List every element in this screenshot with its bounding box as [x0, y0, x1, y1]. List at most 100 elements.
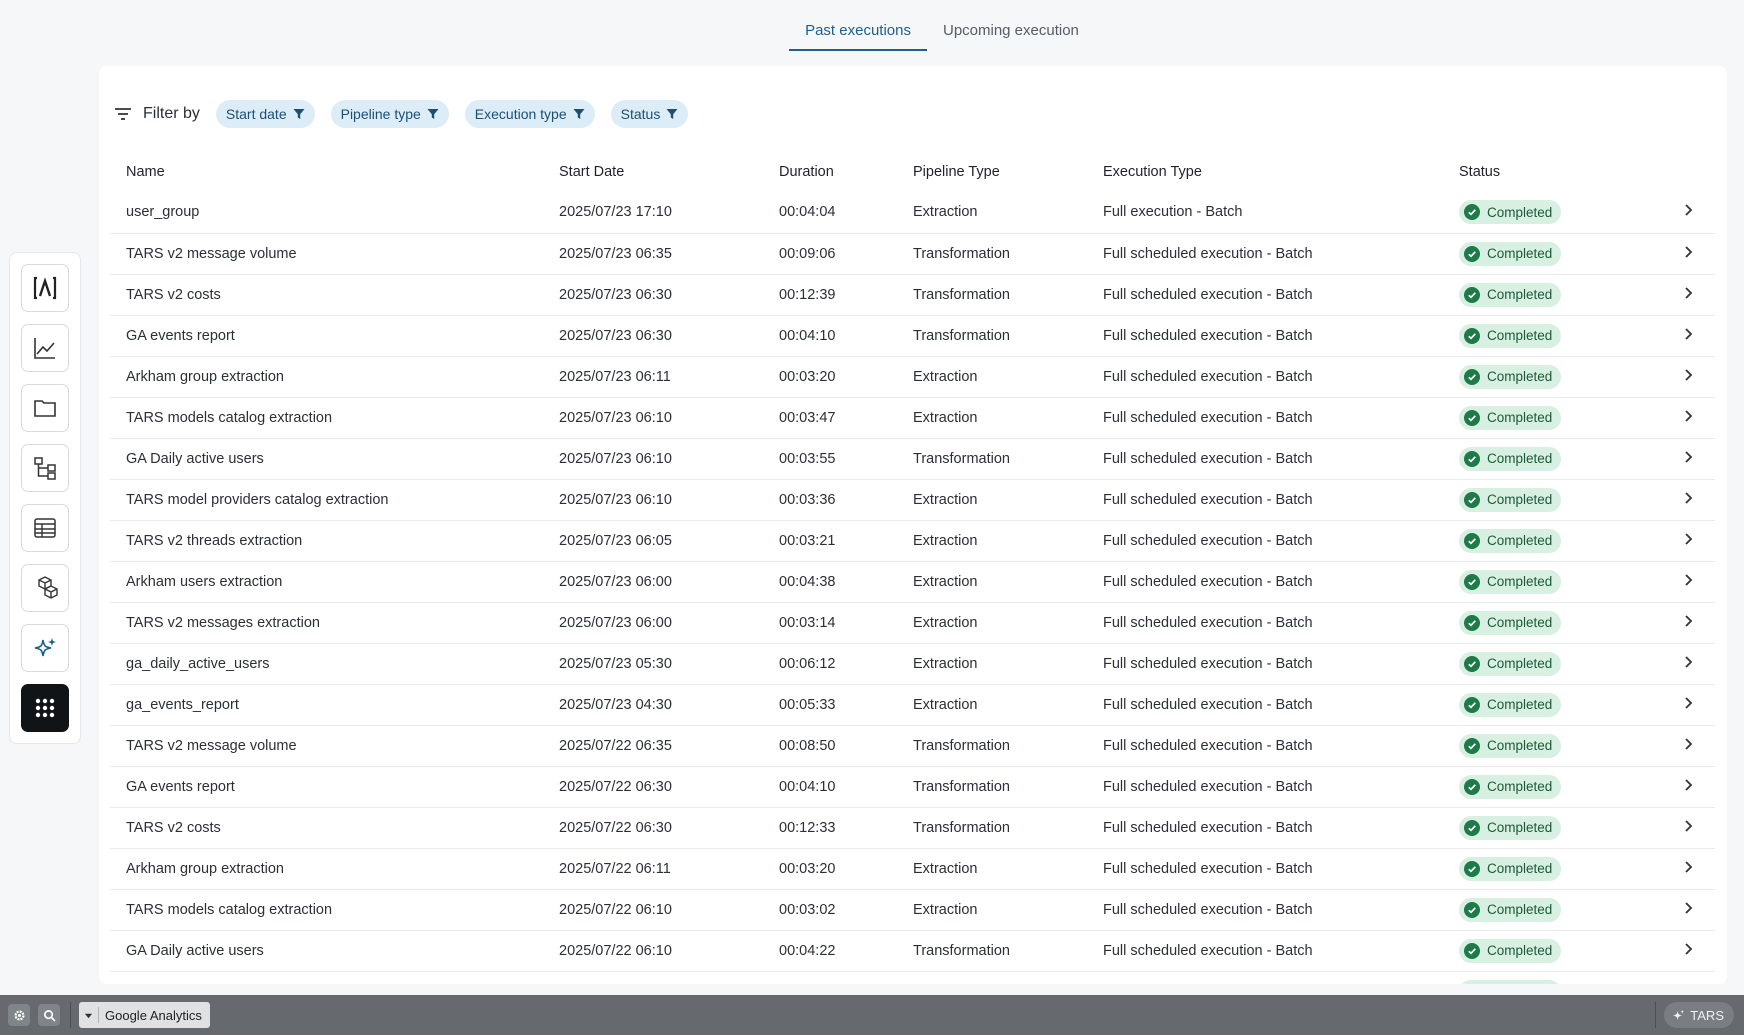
rail-button-home[interactable]	[21, 264, 69, 312]
status-badge: Completed	[1459, 282, 1562, 307]
row-open-button[interactable]	[1643, 725, 1715, 767]
cell-pipeline-type: Transformation	[897, 274, 1087, 316]
column-header-start-date[interactable]: Start Date	[543, 152, 763, 192]
rail-button-apps[interactable]	[21, 684, 69, 732]
table-row[interactable]: Arkham users extraction 2025/07/23 06:00 0…	[110, 561, 1715, 603]
status-label: Completed	[1487, 369, 1553, 384]
cell-pipeline-type: Transformation	[897, 233, 1087, 275]
cell-execution-type: Full scheduled execution - Batch	[1087, 274, 1443, 316]
chevron-right-icon	[1685, 204, 1693, 216]
row-open-button[interactable]	[1643, 684, 1715, 726]
rail-button-pipelines[interactable]	[21, 444, 69, 492]
check-circle-icon	[1464, 409, 1480, 426]
table-row[interactable]: Arkham group extraction 2025/07/23 06:11 0…	[110, 356, 1715, 398]
cell-status: Completed	[1443, 889, 1643, 931]
row-open-button[interactable]	[1643, 438, 1715, 480]
row-open-button[interactable]	[1643, 356, 1715, 398]
row-open-button[interactable]	[1643, 848, 1715, 890]
row-open-button[interactable]	[1643, 807, 1715, 849]
row-open-button[interactable]	[1643, 889, 1715, 931]
cell-execution-type: Full scheduled execution - Batch	[1087, 848, 1443, 890]
cell-duration: 00:04:38	[763, 561, 897, 603]
rail-button-files[interactable]	[21, 384, 69, 432]
cell-start-date: 2025/07/23 06:11	[543, 356, 763, 398]
cell-start-date: 2025/07/23 04:30	[543, 684, 763, 726]
table-row[interactable]: TARS v2 messages extraction 2025/07/23 06…	[110, 602, 1715, 644]
filter-chip-execution-type[interactable]: Execution type	[464, 100, 595, 128]
tars-assistant-button[interactable]: TARS	[1664, 1002, 1734, 1028]
chevron-right-icon	[1685, 286, 1693, 299]
table-header-row: Name Start Date Duration Pipeline Type E…	[110, 152, 1715, 192]
column-header-name[interactable]: Name	[110, 152, 543, 192]
chip-label: Pipeline type	[340, 106, 421, 122]
cell-execution-type: Full scheduled execution - Batch	[1087, 397, 1443, 439]
filter-chip-status[interactable]: Status	[610, 100, 689, 128]
check-circle-icon	[1464, 737, 1480, 754]
table-row[interactable]: ga_events_report 2025/07/23 04:30 00:05:33…	[110, 684, 1715, 726]
cell-start-date: 2025/07/23 06:10	[543, 438, 763, 480]
cell-name: GA events report	[110, 766, 543, 808]
check-circle-icon	[1464, 204, 1480, 221]
cell-pipeline-type: Extraction	[897, 397, 1087, 439]
row-open-button[interactable]	[1643, 971, 1715, 984]
table-row[interactable]: Arkham group extraction 2025/07/22 06:11 0…	[110, 848, 1715, 890]
table-row[interactable]: user_group 2025/07/23 17:10 00:04:04 Extrac…	[110, 192, 1715, 234]
taskbar-settings-button[interactable]	[8, 1004, 30, 1026]
rail-button-analytics[interactable]	[21, 324, 69, 372]
cell-pipeline-type: Extraction	[897, 643, 1087, 685]
rail-button-tables[interactable]	[21, 504, 69, 552]
filter-chip-pipeline-type[interactable]: Pipeline type	[330, 100, 449, 128]
filter-chip-start-date[interactable]: Start date	[215, 100, 315, 128]
table-row[interactable]: GA Daily active users 2025/07/23 06:10 00:…	[110, 438, 1715, 480]
row-open-button[interactable]	[1643, 561, 1715, 603]
cell-duration: 00:03:20	[763, 356, 897, 398]
table-row[interactable]: TARS model providers catalog extraction2…	[110, 479, 1715, 521]
column-header-duration[interactable]: Duration	[763, 152, 897, 192]
cell-pipeline-type: Extraction	[897, 192, 1087, 234]
row-open-button[interactable]	[1643, 643, 1715, 685]
row-open-button[interactable]	[1643, 520, 1715, 562]
rail-button-models[interactable]	[21, 564, 69, 612]
cell-status: Completed	[1443, 971, 1643, 984]
row-open-button[interactable]	[1643, 766, 1715, 808]
table-row[interactable]: TARS v2 message volume 2025/07/22 06:35 00…	[110, 725, 1715, 767]
taskbar-app-google-analytics[interactable]: Google Analytics	[79, 1002, 210, 1028]
tab-upcoming-execution[interactable]: Upcoming execution	[927, 14, 1095, 51]
table-row[interactable]: ga_daily_active_users 2025/07/23 05:30 00:…	[110, 643, 1715, 685]
table-row[interactable]: GA events report 2025/07/23 06:30 00:04:10…	[110, 315, 1715, 357]
table-row[interactable]: GA events report 2025/07/22 06:30 00:04:10…	[110, 766, 1715, 808]
table-row[interactable]: TARS v2 costs 2025/07/23 06:30 00:12:39 Tra…	[110, 274, 1715, 316]
column-header-pipeline-type[interactable]: Pipeline Type	[897, 152, 1087, 192]
row-open-button[interactable]	[1643, 930, 1715, 972]
cell-duration: 00:04:04	[763, 192, 897, 234]
row-open-button[interactable]	[1643, 192, 1715, 234]
taskbar-search-button[interactable]	[38, 1004, 60, 1026]
table-row[interactable]: TARS v2 threads extraction 2025/07/23 06:…	[110, 520, 1715, 562]
row-open-button[interactable]	[1643, 397, 1715, 439]
tars-label: TARS	[1690, 1007, 1724, 1023]
rail-button-ai[interactable]	[21, 624, 69, 672]
table-row[interactable]: TARS model providers catalog extraction2…	[110, 971, 1715, 984]
chip-label: Status	[620, 106, 661, 122]
chip-label: Execution type	[474, 106, 567, 122]
row-open-button[interactable]	[1643, 315, 1715, 357]
cell-name: user_group	[110, 192, 543, 234]
table-row[interactable]: TARS models catalog extraction 2025/07/22…	[110, 889, 1715, 931]
cell-pipeline-type: Extraction	[897, 971, 1087, 984]
tab-past-executions[interactable]: Past executions	[789, 14, 927, 51]
row-open-button[interactable]	[1643, 233, 1715, 275]
cell-execution-type: Full scheduled execution - Batch	[1087, 643, 1443, 685]
table-row[interactable]: TARS v2 costs 2025/07/22 06:30 00:12:33 Tra…	[110, 807, 1715, 849]
table-row[interactable]: TARS models catalog extraction 2025/07/23…	[110, 397, 1715, 439]
cell-execution-type: Full scheduled execution - Batch	[1087, 684, 1443, 726]
row-open-button[interactable]	[1643, 602, 1715, 644]
chevron-right-icon	[1685, 450, 1693, 463]
column-header-execution-type[interactable]: Execution Type	[1087, 152, 1443, 192]
row-open-button[interactable]	[1643, 274, 1715, 316]
cell-start-date: 2025/07/22 06:35	[543, 725, 763, 767]
cell-duration: 00:03:47	[763, 397, 897, 439]
table-row[interactable]: GA Daily active users 2025/07/22 06:10 00:…	[110, 930, 1715, 972]
table-row[interactable]: TARS v2 message volume 2025/07/23 06:35 00…	[110, 233, 1715, 275]
row-open-button[interactable]	[1643, 479, 1715, 521]
column-header-status[interactable]: Status	[1443, 152, 1643, 192]
